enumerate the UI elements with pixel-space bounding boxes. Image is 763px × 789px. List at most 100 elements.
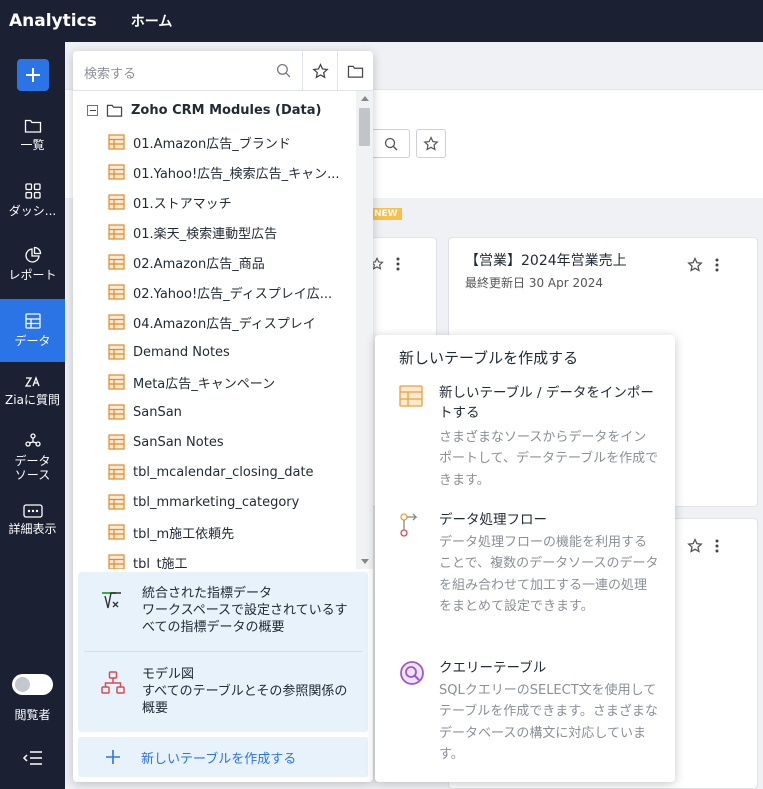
table-icon [108,554,125,569]
scroll-thumb[interactable] [359,108,370,146]
nav-item-label: 詳細表示 [8,522,57,536]
workspace-favorite-button[interactable] [416,129,446,158]
create-new-table-button[interactable]: 新しいテーブルを作成する [78,737,368,777]
tree-table-item[interactable]: 04.Amazon広告_ディスプレイ [108,307,348,337]
tree-table-item[interactable]: 02.Amazon広告_商品 [108,247,348,277]
tree-table-item[interactable]: SanSan [108,397,348,427]
tree-item-label: SanSan Notes [133,434,224,450]
tree-table-item[interactable]: 01.Amazon広告_ブランド [108,127,348,157]
table-icon [108,254,125,270]
plus-icon [106,750,120,764]
folders-tab[interactable] [337,51,372,91]
tree-table-item[interactable]: tbl_mmarketing_category [108,487,348,517]
table-icon [24,313,41,329]
nav-item-zia[interactable]: Ziaに質問 [0,375,65,415]
option-description: さまざまなソースからデータをインポートして、データテーブルを作成できます。 [439,430,659,488]
top-bar: Analytics ホーム [0,0,763,42]
query-table-icon [399,660,425,690]
tree-table-item[interactable]: 01.Yahoo!広告_検索広告_キャン... [108,157,348,187]
more-icon [22,504,43,518]
nav-item-reports[interactable]: レポート [0,246,65,290]
star-icon[interactable] [687,257,703,273]
star-icon[interactable] [687,538,703,554]
divider [84,651,362,652]
home-tab[interactable]: ホーム [131,11,173,31]
more-vertical-icon[interactable] [715,539,719,553]
metrics-summary-link[interactable]: 統合された指標データ ワークスペースで設定されているすべての指標データの概要 [78,586,368,646]
model-diagram-link[interactable]: モデル図 すべてのテーブルとその参照関係の概要 [78,667,368,722]
table-icon [108,344,125,360]
tree-folder-label: Zoho CRM Modules (Data) [131,103,322,118]
folder-icon [347,65,363,78]
option-title: クエリーテーブル [439,660,547,676]
option-import-table[interactable]: 新しいテーブル / データをインポートする さまざまなソースからデータをインポー… [375,383,675,493]
add-button[interactable] [17,59,49,91]
option-query-table[interactable]: クエリーテーブル SQLクエリーのSELECT文を使用してテーブルを作成できます… [375,658,675,773]
tree-table-item[interactable]: 01.ストアマッチ [108,187,348,217]
tree-item-label: Demand Notes [133,344,230,360]
collapse-icon [22,751,42,765]
nav-item-list[interactable]: 一覧 [0,118,65,162]
viewer-toggle[interactable] [12,674,53,695]
create-table-popup: 新しいテーブルを作成する 新しいテーブル / データをインポートする さまざまな… [375,335,675,782]
table-icon [108,494,125,510]
tree-scrollbar[interactable] [356,91,373,569]
tree-item-label: 02.Yahoo!広告_ディスプレイ広... [133,286,333,302]
tree-item-label: 04.Amazon広告_ディスプレイ [133,316,316,332]
tree-table-item[interactable]: 02.Yahoo!広告_ディスプレイ広... [108,277,348,307]
favorites-tab[interactable] [302,51,337,91]
new-badge: NEW [370,208,402,220]
table-icon [108,374,125,390]
tree-table-item[interactable]: tbl_t施工 [108,547,348,569]
nav-item-dashboard[interactable]: ダッシ... [0,182,65,226]
option-title: データ処理フロー [439,512,547,528]
folder-icon [106,104,123,117]
plus-icon [26,68,40,82]
card-last-modified: 最終更新日 30 Apr 2024 [465,276,604,290]
create-new-table-label: 新しいテーブルを作成する [141,751,297,767]
search-icon [384,137,397,150]
nav-item-label: Ziaに質問 [5,393,60,407]
tree-folder-zoho-crm[interactable]: Zoho CRM Modules (Data) [87,103,321,118]
scroll-down-arrow[interactable] [361,559,369,564]
more-vertical-icon[interactable] [396,257,400,271]
tree-table-item[interactable]: 01.楽天_検索連動型広告 [108,217,348,247]
tree-table-item[interactable]: tbl_mcalendar_closing_date [108,457,348,487]
table-icon [108,224,125,240]
explorer-search-input[interactable]: 検索する [84,63,136,82]
model-title: モデル図 [142,667,195,682]
more-vertical-icon[interactable] [715,258,719,272]
tree-table-item[interactable]: Demand Notes [108,337,348,367]
option-title: 新しいテーブル / データをインポートする [439,385,654,422]
collapse-nav-button[interactable] [22,750,44,770]
brand-logo[interactable]: Analytics [9,11,97,31]
nav-item-datasource[interactable]: データソース [0,432,65,488]
tree-table-item[interactable]: Meta広告_キャンペーン [108,367,348,397]
scroll-up-arrow[interactable] [361,96,369,101]
nav-item-more[interactable]: 詳細表示 [0,504,65,544]
table-icon [108,404,125,420]
collapse-toggle-icon[interactable] [87,105,98,116]
tree-item-label: tbl_t施工 [133,556,188,570]
tree-item-label: 01.楽天_検索連動型広告 [133,226,278,242]
search-icon[interactable] [276,63,291,82]
card-title: 【営業】2024年営業売上 [465,253,627,269]
table-icon [108,164,125,180]
model-description: すべてのテーブルとその参照関係の概要 [142,684,348,716]
option-dataflow[interactable]: データ処理フロー データ処理フローの機能を利用することで、複数のデータソースのデ… [375,510,675,640]
metrics-description: ワークスペースで設定されているすべての指標データの概要 [142,603,348,635]
tree-table-item[interactable]: SanSan Notes [108,427,348,457]
tree-item-label: SanSan [133,404,182,420]
popup-title: 新しいテーブルを作成する [399,349,579,367]
nav-item-data[interactable]: データ [0,299,65,362]
workspace-search-button[interactable] [372,129,410,158]
star-icon [311,62,329,79]
table-import-icon [399,385,423,411]
table-icon [108,194,125,210]
tree-table-item[interactable]: tbl_m施工依頼先 [108,517,348,547]
tree-item-label: 01.Yahoo!広告_検索広告_キャン... [133,166,340,182]
table-icon [108,134,125,150]
explorer-info-box: 統合された指標データ ワークスペースで設定されているすべての指標データの概要 モ… [78,572,368,732]
pie-chart-icon [24,246,41,263]
dataflow-icon [399,512,421,542]
